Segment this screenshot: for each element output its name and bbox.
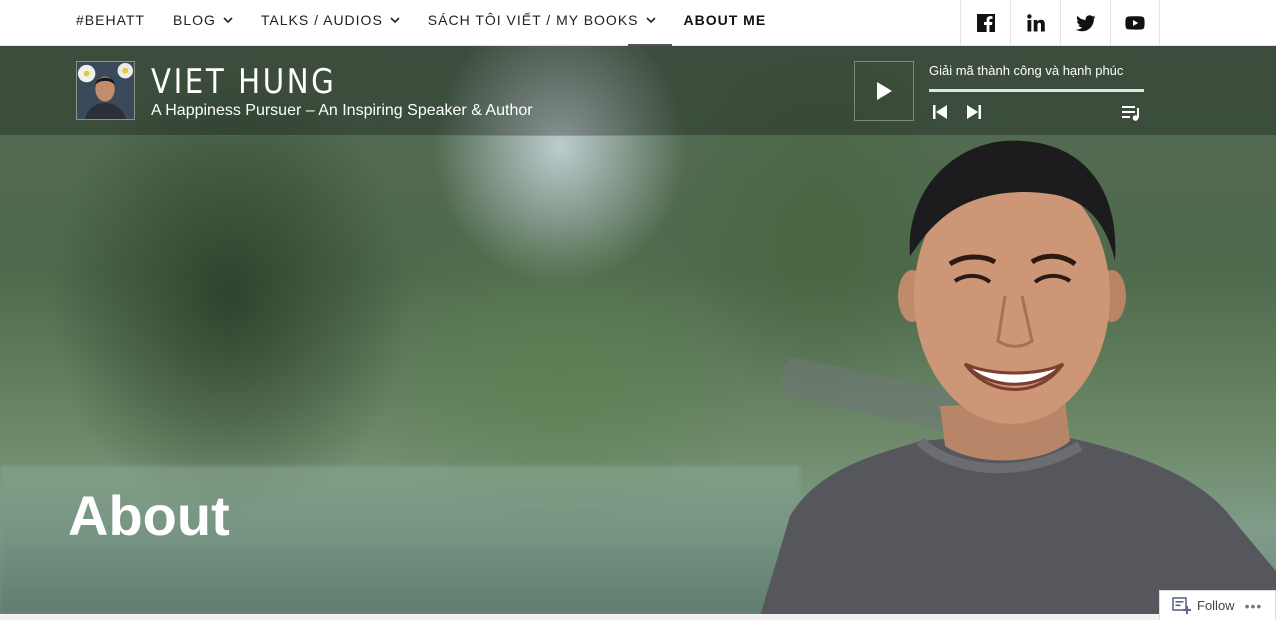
nav-item-talks-audios[interactable]: TALKS / AUDIOS [261, 12, 400, 28]
follow-label: Follow [1197, 598, 1235, 613]
nav-item-about-me[interactable]: ABOUT ME [684, 12, 767, 28]
social-links [960, 0, 1160, 46]
linkedin-link[interactable] [1010, 0, 1060, 46]
nav-item-label: ABOUT ME [683, 12, 767, 28]
next-track-icon[interactable] [964, 102, 984, 122]
nav-item-blog[interactable]: BLOG [173, 12, 233, 28]
site-title[interactable]: VIET HUNG [151, 62, 336, 102]
chevron-down-icon [390, 17, 400, 24]
chevron-down-icon [645, 17, 656, 24]
author-portrait [760, 140, 1276, 614]
nav-item-label: TALKS / AUDIOS [260, 12, 383, 28]
nav-item-my-books[interactable]: SÁCH TÔI VIẾT / MY BOOKS [428, 12, 656, 28]
linkedin-icon [1026, 14, 1045, 32]
reader-follow-icon [1172, 596, 1191, 614]
play-icon [877, 82, 892, 100]
nav-item-label: #BEHATT [76, 12, 145, 28]
twitter-icon [1075, 15, 1095, 32]
play-button[interactable] [854, 61, 914, 121]
facebook-icon [976, 14, 995, 32]
chevron-down-icon [223, 17, 233, 24]
site-header: VIET HUNG A Happiness Pursuer – An Inspi… [0, 46, 1276, 136]
track-title: Giải mã thành công và hạnh phúc [929, 63, 1124, 78]
youtube-icon [1125, 16, 1145, 30]
youtube-link[interactable] [1110, 0, 1160, 46]
main-menu: #BEHATT BLOG TALKS / AUDIOS SÁCH TÔI VIẾ… [76, 0, 794, 40]
top-navigation-bar: #BEHATT BLOG TALKS / AUDIOS SÁCH TÔI VIẾ… [0, 0, 1276, 46]
progress-bar[interactable] [929, 89, 1144, 92]
site-tagline: A Happiness Pursuer – An Inspiring Speak… [151, 102, 533, 119]
follow-button[interactable]: Follow ••• [1159, 590, 1276, 620]
site-logo-avatar[interactable] [76, 61, 135, 120]
facebook-link[interactable] [960, 0, 1010, 46]
page-title: About [68, 484, 230, 547]
nav-item-label: BLOG [172, 12, 216, 28]
more-options-icon[interactable]: ••• [1245, 598, 1263, 614]
nav-item-behatt[interactable]: #BEHATT [76, 12, 145, 28]
nav-item-label: SÁCH TÔI VIẾT / MY BOOKS [427, 12, 639, 28]
playlist-icon[interactable] [1121, 102, 1141, 122]
twitter-link[interactable] [1060, 0, 1110, 46]
header-hero-image: VIET HUNG A Happiness Pursuer – An Inspi… [0, 46, 1276, 614]
content-area-edge [0, 614, 1276, 620]
previous-track-icon[interactable] [930, 102, 950, 122]
